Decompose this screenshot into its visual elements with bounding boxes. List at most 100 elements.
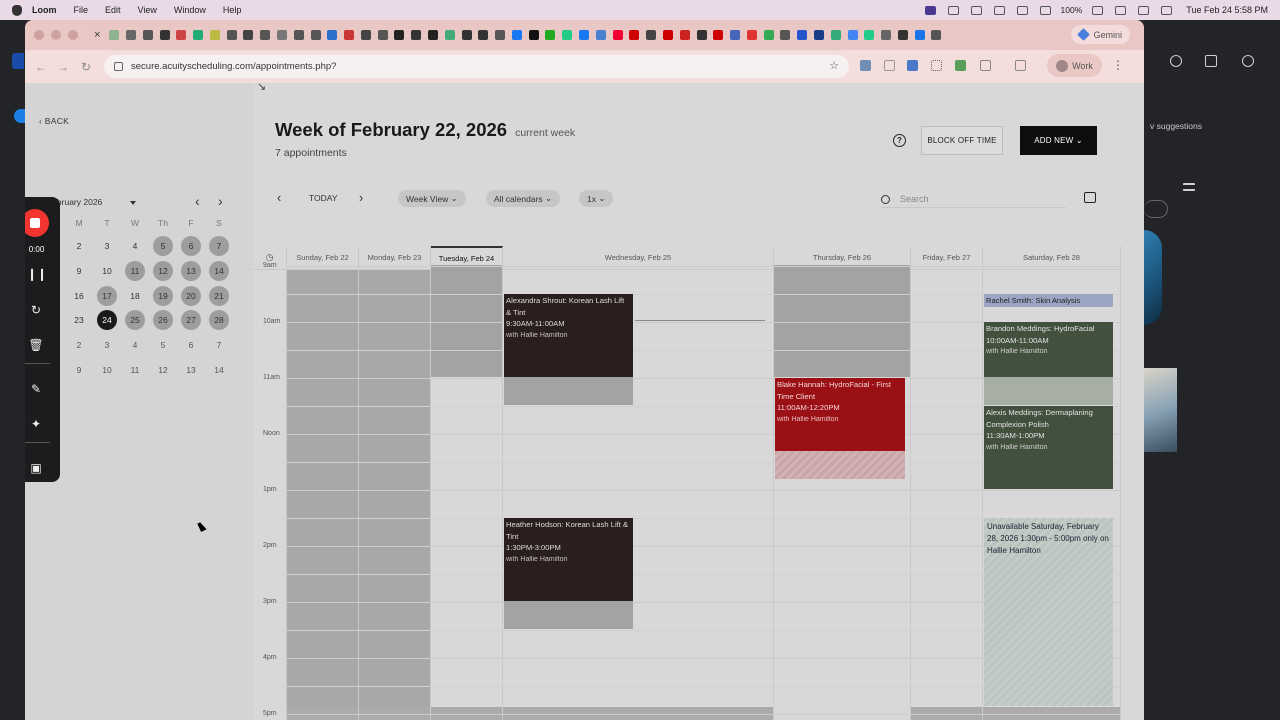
print-icon[interactable] xyxy=(1084,192,1096,203)
tab-favicon-icon[interactable] xyxy=(847,30,858,40)
tab-favicon-icon[interactable] xyxy=(629,30,640,40)
tab-favicon-icon[interactable] xyxy=(797,30,808,40)
tab-favicon-icon[interactable] xyxy=(428,30,439,40)
menu-app-name[interactable]: Loom xyxy=(32,5,57,15)
block-off-time-button[interactable]: BLOCK OFF TIME xyxy=(921,126,1003,155)
bluetooth-icon[interactable] xyxy=(1039,5,1051,15)
calendar-day[interactable]: 10 xyxy=(97,360,117,380)
url-field[interactable]: secure.acuityscheduling.com/appointments… xyxy=(104,55,849,78)
reload-icon[interactable]: ↻ xyxy=(81,60,91,74)
help-icon[interactable]: ? xyxy=(893,134,906,147)
calendar-day[interactable]: 11 xyxy=(125,360,145,380)
calendar-day[interactable]: 4 xyxy=(125,335,145,355)
close-tab-icon[interactable]: × xyxy=(92,29,102,41)
menubar-clock[interactable]: Tue Feb 24 5:58 PM xyxy=(1186,5,1268,15)
stop-recording-button[interactable] xyxy=(25,209,49,237)
search-icon[interactable] xyxy=(1170,55,1182,67)
tab-favicon-icon[interactable] xyxy=(595,30,606,40)
appointment-card[interactable]: Alexandra Shrout: Korean Lash Lift & Tin… xyxy=(504,294,633,377)
collapse-arrow-icon[interactable]: ↘ xyxy=(257,80,266,93)
chrome-menu-icon[interactable]: ⋮ xyxy=(1112,58,1124,72)
spotlight-icon[interactable] xyxy=(1138,5,1150,15)
tab-favicon-icon[interactable] xyxy=(881,30,892,40)
tab-favicon-icon[interactable] xyxy=(662,30,673,40)
tab-favicon-icon[interactable] xyxy=(276,30,287,40)
calendar-day[interactable]: 6 xyxy=(181,236,201,256)
calendar-day[interactable]: 13 xyxy=(181,360,201,380)
tab-favicon-icon[interactable] xyxy=(914,30,925,40)
gift-icon[interactable] xyxy=(1205,55,1217,67)
appointment-card[interactable]: Heather Hodson: Korean Lash Lift & Tint 1… xyxy=(504,518,633,601)
calendar-day[interactable]: 20 xyxy=(181,285,201,306)
calendar-day[interactable]: 10 xyxy=(97,261,117,281)
tab-favicon-icon[interactable] xyxy=(176,30,187,40)
calendar-day[interactable]: 27 xyxy=(181,310,201,331)
loom-tray-icon[interactable] xyxy=(924,5,936,15)
tab-favicon-icon[interactable] xyxy=(243,30,254,40)
tab-favicon-icon[interactable] xyxy=(545,30,556,40)
tab-favicon-icon[interactable] xyxy=(109,30,120,40)
tab-favicon-icon[interactable] xyxy=(444,30,455,40)
tab-favicon-icon[interactable] xyxy=(344,30,355,40)
sync-icon[interactable] xyxy=(970,5,982,15)
tab-favicon-icon[interactable] xyxy=(478,30,489,40)
day-column[interactable] xyxy=(287,270,359,720)
add-new-button[interactable]: ADD NEW ⌄ xyxy=(1020,126,1097,155)
control-center-icon[interactable] xyxy=(1161,5,1173,15)
tab-favicon-icon[interactable] xyxy=(411,30,422,40)
today-button[interactable]: TODAY xyxy=(309,193,338,203)
month-selector[interactable]: February 2026 xyxy=(47,197,137,207)
calendar-day[interactable]: 7 xyxy=(209,236,229,256)
list-icon[interactable] xyxy=(1183,183,1195,191)
appointment-card[interactable]: Blake Hannah: HydroFacial - First Time C… xyxy=(775,378,905,452)
calendar-day[interactable]: 2 xyxy=(69,335,89,355)
tab-favicon-icon[interactable] xyxy=(763,30,774,40)
extension-icon[interactable] xyxy=(860,60,871,71)
tab-favicon-icon[interactable] xyxy=(142,30,153,40)
extensions-puzzle-icon[interactable] xyxy=(980,60,991,71)
zoom-window-button[interactable] xyxy=(68,30,78,40)
tab-favicon-icon[interactable] xyxy=(746,30,757,40)
prev-month-icon[interactable]: ‹ xyxy=(195,193,200,209)
tab-favicon-icon[interactable] xyxy=(125,30,136,40)
tab-favicon-icon[interactable] xyxy=(780,30,791,40)
calendar-day[interactable]: 23 xyxy=(69,310,89,330)
calendar-day[interactable]: 5 xyxy=(153,335,173,355)
back-link[interactable]: ‹ BACK xyxy=(39,116,69,126)
calendar-day[interactable]: 3 xyxy=(97,236,117,256)
wifi-icon[interactable] xyxy=(1115,5,1127,15)
calendar-day[interactable]: 4 xyxy=(125,236,145,256)
close-window-button[interactable] xyxy=(34,30,44,40)
tab-favicon-icon[interactable] xyxy=(813,30,824,40)
tab-favicon-icon[interactable] xyxy=(562,30,573,40)
tab-favicon-icon[interactable] xyxy=(310,30,321,40)
display-icon[interactable] xyxy=(1016,5,1028,15)
tab-favicon-icon[interactable] xyxy=(226,30,237,40)
apps-grid-icon[interactable] xyxy=(931,60,942,71)
menu-view[interactable]: View xyxy=(138,5,157,15)
filter-pill[interactable] xyxy=(1144,200,1168,218)
calendar-day[interactable]: 9 xyxy=(69,261,89,281)
tab-favicon-icon[interactable] xyxy=(931,30,942,40)
next-week-icon[interactable]: › xyxy=(359,190,363,205)
tab-favicon-icon[interactable] xyxy=(864,30,875,40)
tab-favicon-icon[interactable] xyxy=(327,30,338,40)
tab-favicon-icon[interactable] xyxy=(696,30,707,40)
calendar-day[interactable]: 19 xyxy=(153,285,173,306)
prev-week-icon[interactable]: ‹ xyxy=(277,190,281,205)
tab-favicon-icon[interactable] xyxy=(394,30,405,40)
calendar-day[interactable]: 14 xyxy=(209,260,229,281)
calendar-day[interactable]: 7 xyxy=(209,335,229,355)
menu-help[interactable]: Help xyxy=(223,5,242,15)
calendar-day[interactable]: 11 xyxy=(125,260,145,281)
calendar-day[interactable]: 25 xyxy=(125,310,145,331)
zoom-dropdown[interactable]: 1x ⌄ xyxy=(579,190,614,207)
tab-favicon-icon[interactable] xyxy=(730,30,741,40)
restart-icon[interactable]: ↻ xyxy=(27,301,45,319)
camera-icon[interactable] xyxy=(884,60,895,71)
calendar-day[interactable]: 3 xyxy=(97,335,117,355)
calendar-day[interactable]: 12 xyxy=(153,260,173,281)
tab-favicon-icon[interactable] xyxy=(159,30,170,40)
unavailable-block[interactable]: Unavailable Saturday, February 28, 2026 … xyxy=(984,518,1113,706)
extension-icon[interactable] xyxy=(955,60,966,71)
